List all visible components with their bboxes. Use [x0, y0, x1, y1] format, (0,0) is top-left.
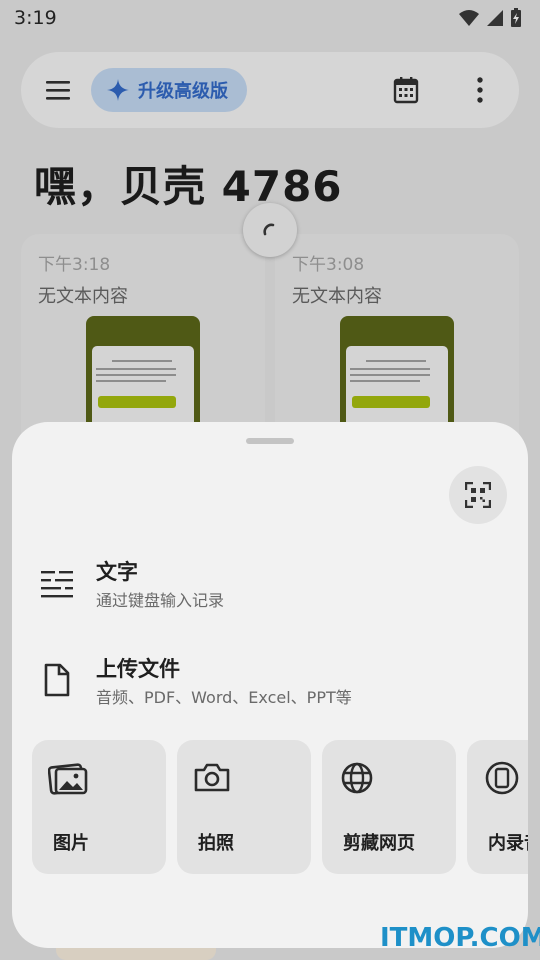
calendar-icon[interactable] — [393, 76, 419, 104]
globe-icon — [341, 762, 373, 794]
tile-label: 内录音 — [488, 833, 528, 854]
note-time: 下午3:18 — [38, 255, 111, 275]
note-title: 无文本内容 — [292, 286, 382, 307]
scan-button[interactable] — [449, 466, 507, 524]
qr-scan-icon — [465, 482, 491, 508]
tile-label: 剪藏网页 — [343, 833, 415, 854]
upgrade-label: 升级高级版 — [138, 81, 228, 102]
option-subtitle: 通过键盘输入记录 — [96, 591, 225, 610]
tile-label: 图片 — [53, 833, 89, 854]
tile-image[interactable]: 图片 — [32, 740, 166, 874]
spinner-icon — [263, 223, 275, 236]
wifi-icon — [459, 10, 479, 26]
loading-spinner — [243, 203, 297, 257]
sparkle-icon — [107, 79, 129, 101]
tile-label: 拍照 — [198, 833, 234, 854]
tile-internal-record[interactable]: 内录音 — [467, 740, 528, 874]
top-app-bar: 升级高级版 — [21, 52, 519, 128]
drag-handle[interactable] — [246, 438, 294, 444]
upgrade-button[interactable]: 升级高级版 — [91, 68, 247, 112]
note-time: 下午3:08 — [292, 255, 365, 275]
tile-web-clip[interactable]: 剪藏网页 — [322, 740, 456, 874]
status-icons — [458, 8, 522, 28]
file-icon — [44, 663, 70, 697]
text-lines-icon — [41, 571, 73, 598]
menu-icon[interactable] — [45, 77, 71, 103]
battery-icon — [511, 8, 521, 27]
signal-icon — [487, 10, 503, 26]
note-title: 无文本内容 — [38, 286, 128, 307]
option-title: 上传文件 — [96, 657, 180, 681]
camera-icon — [194, 763, 230, 792]
tile-camera[interactable]: 拍照 — [177, 740, 311, 874]
create-bottom-sheet: 文字 通过键盘输入记录 上传文件 音频、PDF、Word、Excel、PPT等 … — [12, 422, 528, 948]
option-subtitle: 音频、PDF、Word、Excel、PPT等 — [96, 688, 352, 707]
watermark: ITMOP.COM — [380, 923, 540, 953]
image-icon — [48, 763, 88, 795]
phone-record-icon — [485, 761, 519, 795]
more-options-icon[interactable] — [470, 77, 490, 103]
status-time: 3:19 — [14, 7, 57, 29]
option-upload-file[interactable]: 上传文件 音频、PDF、Word、Excel、PPT等 — [12, 653, 528, 713]
option-title: 文字 — [96, 560, 138, 584]
option-text[interactable]: 文字 通过键盘输入记录 — [12, 556, 528, 616]
